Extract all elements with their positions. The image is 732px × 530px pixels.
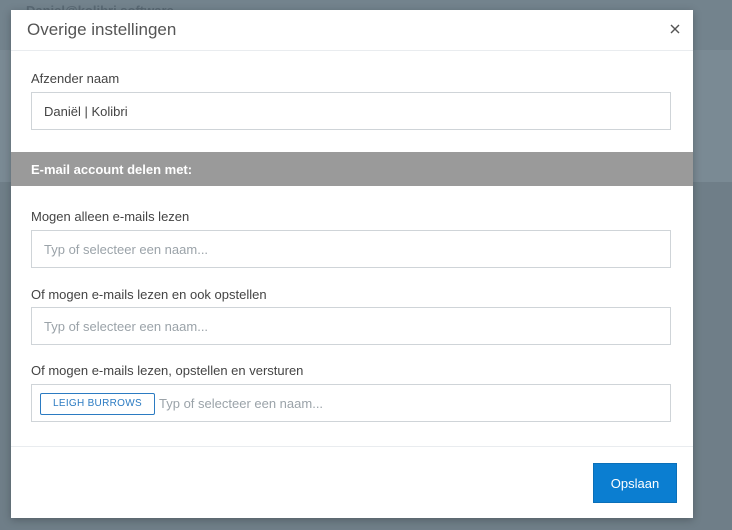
- sender-name-label: Afzender naam: [31, 71, 120, 86]
- footer-divider: [11, 446, 693, 447]
- read-compose-input[interactable]: [44, 308, 644, 344]
- dialog-header: Overige instellingen: [11, 10, 693, 51]
- sender-name-field: [31, 92, 671, 130]
- close-icon[interactable]: [667, 21, 683, 37]
- read-only-label: Mogen alleen e-mails lezen: [31, 209, 190, 224]
- share-section-title: E-mail account delen met:: [31, 162, 193, 177]
- read-compose-send-label: Of mogen e-mails lezen, opstellen en ver…: [31, 363, 304, 378]
- read-compose-field: [31, 307, 671, 345]
- share-section-header: E-mail account delen met:: [11, 152, 693, 186]
- read-only-field: [31, 230, 671, 268]
- save-button[interactable]: Opslaan: [593, 463, 677, 503]
- read-only-input[interactable]: [44, 231, 644, 267]
- read-compose-send-input[interactable]: [159, 385, 659, 421]
- read-compose-send-field: LEIGH BURROWS: [31, 384, 671, 422]
- dialog-title: Overige instellingen: [27, 20, 177, 39]
- settings-dialog: Overige instellingen Afzender naam E-mai…: [11, 10, 693, 518]
- read-compose-label: Of mogen e-mails lezen en ook opstellen: [31, 287, 267, 302]
- sender-name-input[interactable]: [44, 93, 644, 129]
- user-tag[interactable]: LEIGH BURROWS: [40, 393, 155, 415]
